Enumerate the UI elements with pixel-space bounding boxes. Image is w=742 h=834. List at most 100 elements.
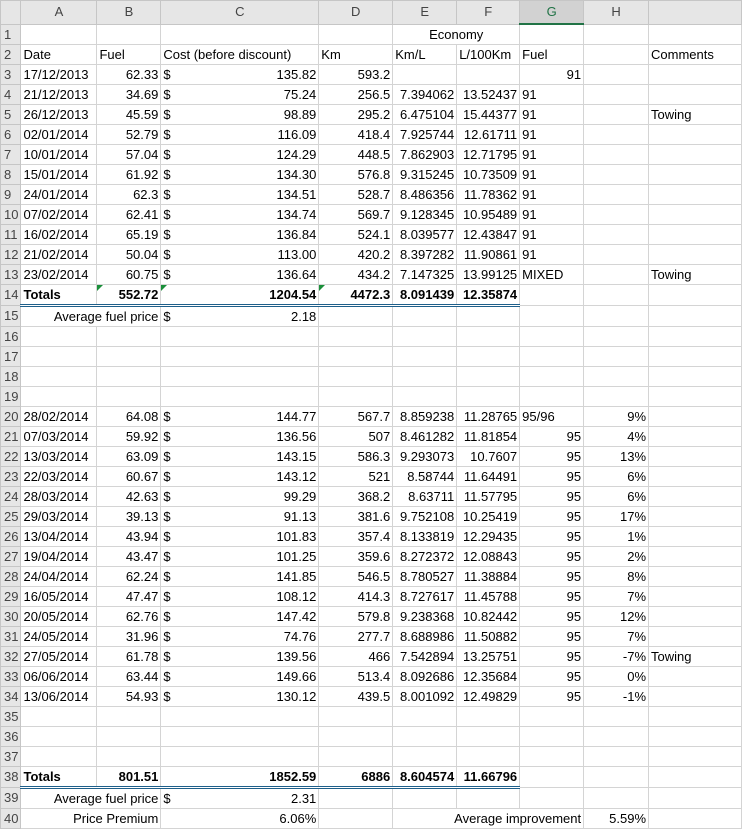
fuel-cell[interactable]: 64.08 xyxy=(96,405,162,427)
improvement-pct-cell[interactable]: 13% xyxy=(583,445,650,467)
cell[interactable] xyxy=(96,23,162,45)
fuel-type-cell[interactable]: 91 xyxy=(519,243,585,265)
fuel-cell[interactable]: 43.47 xyxy=(96,545,162,567)
fuel-type-cell[interactable]: 95/96 xyxy=(519,405,585,427)
date-cell[interactable]: 10/01/2014 xyxy=(20,143,98,165)
cost-cell[interactable]: $139.56 xyxy=(160,645,320,667)
comment-cell[interactable] xyxy=(648,565,742,587)
cost-cell[interactable]: $2.18 xyxy=(160,304,320,327)
l100-cell[interactable]: 11.90861 xyxy=(456,243,521,265)
km-cell[interactable]: 295.2 xyxy=(318,103,394,125)
fuel-cell[interactable]: 62.41 xyxy=(96,203,162,225)
l100-cell[interactable]: 11.64491 xyxy=(456,465,521,487)
km-cell[interactable]: 586.3 xyxy=(318,445,394,467)
kml-cell[interactable]: 8.001092 xyxy=(392,685,458,707)
cell[interactable] xyxy=(648,807,742,829)
cost-cell[interactable]: $136.64 xyxy=(160,263,320,285)
row-header[interactable]: 24 xyxy=(0,485,22,507)
totals-fuel[interactable]: 801.51 xyxy=(96,765,162,789)
cell[interactable] xyxy=(318,786,394,809)
comment-cell[interactable] xyxy=(648,123,742,145)
improvement-pct-cell[interactable] xyxy=(583,83,650,105)
improvement-pct-cell[interactable]: 9% xyxy=(583,405,650,427)
kml-cell[interactable]: 8.859238 xyxy=(392,405,458,427)
kml-cell[interactable]: 9.128345 xyxy=(392,203,458,225)
cell[interactable] xyxy=(648,283,742,306)
cost-cell[interactable]: $136.56 xyxy=(160,425,320,447)
empty-cell[interactable] xyxy=(583,705,650,727)
km-cell[interactable]: 357.4 xyxy=(318,525,394,547)
comment-cell[interactable]: Towing xyxy=(648,645,742,667)
improvement-pct-cell[interactable] xyxy=(583,123,650,145)
km-cell[interactable]: 546.5 xyxy=(318,565,394,587)
cell[interactable] xyxy=(318,807,394,829)
fuel-type-cell[interactable]: 95 xyxy=(519,425,585,447)
l100-cell[interactable]: 12.29435 xyxy=(456,525,521,547)
kml-cell[interactable]: 8.780527 xyxy=(392,565,458,587)
empty-cell[interactable] xyxy=(456,325,521,347)
row-header[interactable]: 32 xyxy=(0,645,22,667)
date-cell[interactable]: 13/04/2014 xyxy=(20,525,98,547)
date-cell[interactable]: 26/12/2013 xyxy=(20,103,98,125)
empty-cell[interactable] xyxy=(456,705,521,727)
cost-cell[interactable]: $113.00 xyxy=(160,243,320,265)
row-header[interactable]: 27 xyxy=(0,545,22,567)
cost-cell[interactable]: $98.89 xyxy=(160,103,320,125)
l100-cell[interactable]: 10.73509 xyxy=(456,163,521,185)
cost-cell[interactable]: $147.42 xyxy=(160,605,320,627)
row-header[interactable]: 12 xyxy=(0,243,22,265)
row-header[interactable]: 22 xyxy=(0,445,22,467)
l100-cell[interactable]: 11.78362 xyxy=(456,183,521,205)
empty-cell[interactable] xyxy=(392,705,458,727)
l100-cell[interactable] xyxy=(456,63,521,85)
improvement-pct-cell[interactable] xyxy=(583,243,650,265)
comment-cell[interactable] xyxy=(648,425,742,447)
empty-cell[interactable] xyxy=(318,385,394,407)
improvement-pct-cell[interactable]: 12% xyxy=(583,605,650,627)
cell[interactable] xyxy=(648,765,742,788)
price-premium-label[interactable]: Price Premium xyxy=(20,807,162,829)
row-header[interactable]: 8 xyxy=(0,163,22,185)
empty-cell[interactable] xyxy=(456,725,521,747)
date-cell[interactable]: 17/12/2013 xyxy=(20,63,98,85)
kml-header[interactable]: Km/L xyxy=(392,43,458,65)
improvement-pct-cell[interactable] xyxy=(583,263,650,285)
kml-cell[interactable]: 8.039577 xyxy=(392,223,458,245)
totals-l100[interactable]: 11.66796 xyxy=(456,765,521,789)
l100-cell[interactable]: 10.25419 xyxy=(456,505,521,527)
kml-cell[interactable]: 8.397282 xyxy=(392,243,458,265)
totals-l100[interactable]: 12.35874 xyxy=(456,283,521,307)
column-header-d[interactable]: D xyxy=(318,0,394,25)
comment-cell[interactable] xyxy=(648,223,742,245)
select-all-corner[interactable] xyxy=(0,0,22,25)
column-header-f[interactable]: F xyxy=(456,0,521,25)
kml-cell[interactable]: 6.475104 xyxy=(392,103,458,125)
km-cell[interactable]: 524.1 xyxy=(318,223,394,245)
km-cell[interactable]: 277.7 xyxy=(318,625,394,647)
row-header[interactable]: 16 xyxy=(0,325,22,347)
date-cell[interactable]: 13/03/2014 xyxy=(20,445,98,467)
fuel-cell[interactable]: 62.3 xyxy=(96,183,162,205)
empty-cell[interactable] xyxy=(392,365,458,387)
row-header[interactable]: 38 xyxy=(0,765,22,788)
kml-cell[interactable]: 7.394062 xyxy=(392,83,458,105)
fuel-type-cell[interactable]: 95 xyxy=(519,585,585,607)
comment-cell[interactable] xyxy=(648,465,742,487)
empty-cell[interactable] xyxy=(160,385,320,407)
fuel-cell[interactable]: 61.92 xyxy=(96,163,162,185)
totals-kml[interactable]: 8.091439 xyxy=(392,283,458,307)
cost-cell[interactable]: $141.85 xyxy=(160,565,320,587)
empty-cell[interactable] xyxy=(392,745,458,767)
date-cell[interactable]: 22/03/2014 xyxy=(20,465,98,487)
empty-cell[interactable] xyxy=(648,725,742,747)
row-header[interactable]: 6 xyxy=(0,123,22,145)
l100-cell[interactable]: 12.71795 xyxy=(456,143,521,165)
empty-cell[interactable] xyxy=(583,745,650,767)
improvement-pct-cell[interactable] xyxy=(583,63,650,85)
kml-cell[interactable]: 7.925744 xyxy=(392,123,458,145)
totals-label[interactable]: Totals xyxy=(20,283,98,307)
empty-cell[interactable] xyxy=(519,385,585,407)
empty-cell[interactable] xyxy=(392,325,458,347)
sheet-grid[interactable]: A B C D E F G H 1 Economy 2 Date Fuel Cost (before di… xyxy=(0,0,742,829)
comments-header[interactable]: Comments xyxy=(648,43,742,65)
